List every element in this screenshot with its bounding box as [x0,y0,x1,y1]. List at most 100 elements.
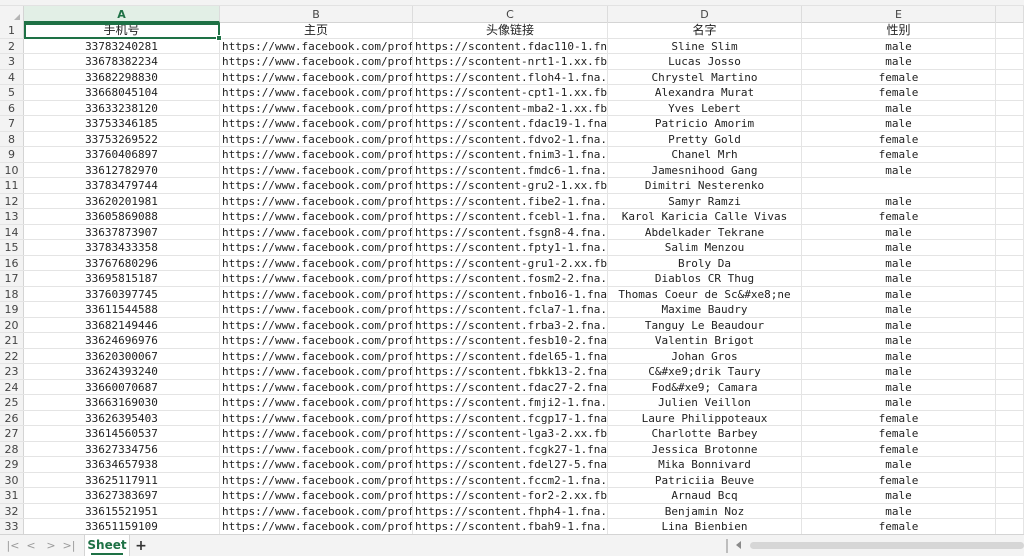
cell-empty[interactable] [996,193,1024,208]
spreadsheet-grid[interactable]: ABCDE 1 手机号 主页 头像链接 名字 性别 2 33783240281 https://… [0,6,1024,534]
cell-name[interactable]: Lucas Josso [608,54,802,69]
cell-homepage[interactable]: https://www.facebook.com/profil [220,457,413,472]
cell-avatar[interactable]: https://scontent.fdel27-5.fna. [413,457,608,472]
cell-avatar[interactable]: https://scontent.fnim3-1.fna.f [413,147,608,162]
cell-gender[interactable]: female [802,472,996,487]
column-header-e[interactable]: E [802,6,996,23]
header-cell-c[interactable]: 头像链接 [413,23,608,38]
cell-homepage[interactable]: https://www.facebook.com/profil [220,224,413,239]
cell-name[interactable]: Fod&#xe9; Camara [608,379,802,394]
header-cell-b[interactable]: 主页 [220,23,413,38]
cell-gender[interactable]: female [802,131,996,146]
cell-avatar[interactable]: https://scontent.fdvo2-1.fna.f [413,131,608,146]
cell-avatar[interactable]: https://scontent.fnbo16-1.fna. [413,286,608,301]
cell-phone[interactable]: 33620201981 [24,193,220,208]
cell-avatar[interactable]: https://scontent.fcgp17-1.fna. [413,410,608,425]
cell-name[interactable]: Chanel Mrh [608,147,802,162]
cell-empty[interactable] [996,286,1024,301]
cell-avatar[interactable]: https://scontent.fdac27-2.fna. [413,379,608,394]
cell-name[interactable]: Jamesnihood Gang [608,162,802,177]
cell-empty[interactable] [996,519,1024,534]
cell-gender[interactable]: male [802,488,996,503]
cell-avatar[interactable]: https://scontent.fcla7-1.fna.f [413,302,608,317]
cell-phone[interactable]: 33624393240 [24,364,220,379]
cell-phone[interactable]: 33605869088 [24,209,220,224]
cell-avatar[interactable]: https://scontent.fosm2-2.fna.f [413,271,608,286]
header-cell-e[interactable]: 性别 [802,23,996,38]
cell-name[interactable]: Chrystel Martino [608,69,802,84]
cell-phone[interactable]: 33760397745 [24,286,220,301]
row-number[interactable]: 9 [0,147,24,162]
cell-empty[interactable] [996,472,1024,487]
prev-sheet-button[interactable]: < [24,538,38,554]
cell-avatar[interactable]: https://scontent.fpty1-1.fna.f [413,240,608,255]
cell-avatar[interactable]: https://scontent.frba3-2.fna.f [413,317,608,332]
cell-avatar[interactable]: https://scontent.fbah9-1.fna.f [413,519,608,534]
cell-empty[interactable] [996,54,1024,69]
row-number[interactable]: 17 [0,271,24,286]
cell-name[interactable]: Karol Karicia Calle Vivas [608,209,802,224]
cell-name[interactable]: Patricio Amorim [608,116,802,131]
row-number[interactable]: 31 [0,488,24,503]
cell-homepage[interactable]: https://www.facebook.com/profil [220,69,413,84]
cell-name[interactable]: Valentin Brigot [608,333,802,348]
cell-phone[interactable]: 33678382234 [24,54,220,69]
cell-name[interactable]: Patriciia Beuve [608,472,802,487]
cell-gender[interactable]: male [802,302,996,317]
cell-homepage[interactable]: https://www.facebook.com/profil [220,116,413,131]
cell-empty[interactable] [996,100,1024,115]
cell-gender[interactable]: female [802,69,996,84]
cell-avatar[interactable]: https://scontent.fdac19-1.fna. [413,116,608,131]
cell-homepage[interactable]: https://www.facebook.com/profil [220,519,413,534]
cell-homepage[interactable]: https://www.facebook.com/profil [220,178,413,193]
row-number[interactable]: 22 [0,348,24,363]
cell-homepage[interactable]: https://www.facebook.com/profil [220,410,413,425]
cell-phone[interactable]: 33634657938 [24,457,220,472]
cell-phone[interactable]: 33624696976 [24,333,220,348]
horizontal-scrollbar[interactable] [726,539,1024,553]
cell-phone[interactable]: 33767680296 [24,255,220,270]
cell-phone[interactable]: 33783240281 [24,38,220,53]
cell-avatar[interactable]: https://scontent.fcgk27-1.fna. [413,441,608,456]
column-header-d[interactable]: D [608,6,802,23]
cell-avatar[interactable]: https://scontent-for2-2.xx.fbc [413,488,608,503]
cell-empty[interactable] [996,364,1024,379]
cell-phone[interactable]: 33614560537 [24,426,220,441]
cell-phone[interactable]: 33663169030 [24,395,220,410]
cell-gender[interactable]: male [802,224,996,239]
cell-avatar[interactable]: https://scontent-cpt1-1.xx.fbc [413,85,608,100]
first-sheet-button[interactable]: |< [6,538,20,554]
cell-homepage[interactable]: https://www.facebook.com/profil [220,38,413,53]
cell-homepage[interactable]: https://www.facebook.com/profil [220,240,413,255]
cell-empty[interactable] [996,457,1024,472]
cell-empty[interactable] [996,23,1024,38]
cell-name[interactable]: Alexandra Murat [608,85,802,100]
cell-name[interactable]: Samyr Ramzi [608,193,802,208]
cell-phone[interactable]: 33637873907 [24,224,220,239]
cell-gender[interactable]: female [802,426,996,441]
cell-empty[interactable] [996,410,1024,425]
cell-gender[interactable]: male [802,348,996,363]
cell-gender[interactable]: male [802,38,996,53]
row-number[interactable]: 13 [0,209,24,224]
cell-empty[interactable] [996,302,1024,317]
row-number[interactable]: 4 [0,69,24,84]
cell-avatar[interactable]: https://scontent-gru2-1.xx.fbc [413,178,608,193]
cell-gender[interactable] [802,178,996,193]
cell-gender[interactable]: male [802,54,996,69]
cell-name[interactable]: Jessica Brotonne [608,441,802,456]
cell-gender[interactable]: male [802,286,996,301]
cell-gender[interactable]: male [802,379,996,394]
cell-homepage[interactable]: https://www.facebook.com/profil [220,147,413,162]
cell-gender[interactable]: female [802,410,996,425]
cell-avatar[interactable]: https://scontent.fibe2-1.fna.f [413,193,608,208]
cell-phone[interactable]: 33620300067 [24,348,220,363]
cell-homepage[interactable]: https://www.facebook.com/profil [220,54,413,69]
cell-phone[interactable]: 33651159109 [24,519,220,534]
column-header-a[interactable]: A [24,6,220,23]
cell-phone[interactable]: 33695815187 [24,271,220,286]
row-number[interactable]: 30 [0,472,24,487]
cell-empty[interactable] [996,379,1024,394]
row-number[interactable]: 26 [0,410,24,425]
cell-homepage[interactable]: https://www.facebook.com/profil [220,379,413,394]
